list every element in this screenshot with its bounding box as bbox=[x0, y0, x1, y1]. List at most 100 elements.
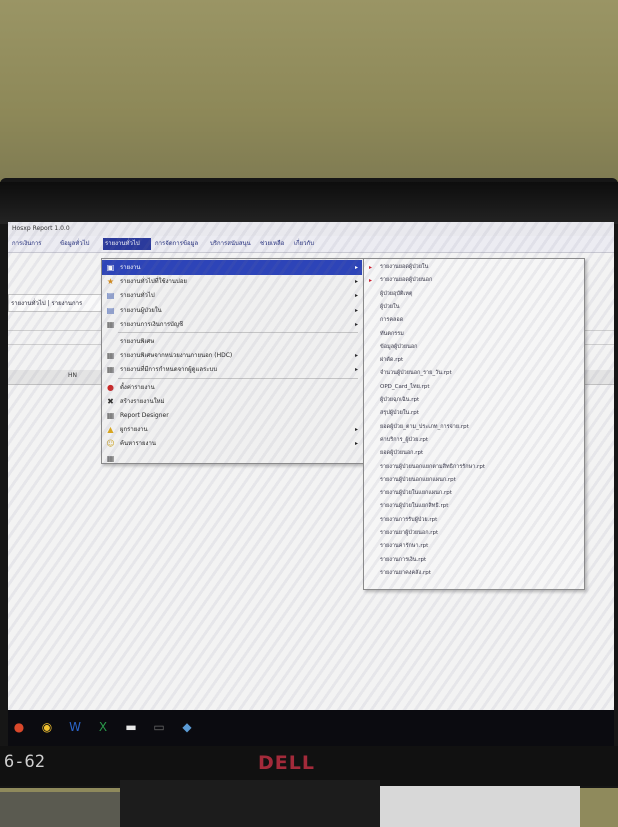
submenu-item-12[interactable]: ยอดผู้ป่วย_ตาม_ประเภท_การจ่าย.rpt bbox=[364, 422, 582, 434]
submenu-item-21[interactable]: รายงานค่ารักษา.rpt bbox=[364, 541, 582, 553]
submenu-item-14[interactable]: ยอดผู้ป่วยนอก.rpt bbox=[364, 448, 582, 460]
submenu-item-5[interactable]: ทันตกรรม bbox=[364, 329, 582, 341]
submenu-item-label: รายงานยาผู้ป่วยนอก.rpt bbox=[380, 530, 439, 536]
windows-taskbar: ● ◉ W X ▬ ▭ ◆ bbox=[8, 710, 614, 746]
dropdown-item-12[interactable]: ☺ ค้นหารายงาน ▸ bbox=[102, 436, 362, 451]
dropdown-item-7[interactable]: ▦ รายงานที่มีการกำหนดจากผู้ดูแลระบบ ▸ bbox=[102, 362, 362, 377]
chrome-icon[interactable]: ◉ bbox=[38, 718, 56, 736]
dropdown-item-2[interactable]: ▤ รายงานทั่วไป ▸ bbox=[102, 288, 362, 303]
menu-item-3[interactable]: การจัดการข้อมูล bbox=[153, 238, 207, 250]
dropdown-item-3[interactable]: ▤ รายงานผู้ป่วยใน ▸ bbox=[102, 303, 362, 318]
menu-separator bbox=[118, 377, 358, 379]
dropdown-item-label: Report Designer bbox=[120, 412, 169, 419]
left-field[interactable]: รายงานทั่วไป | รายงานการ bbox=[8, 294, 108, 312]
dropdown-item-0[interactable]: ▣ รายงาน ▸ bbox=[102, 260, 362, 275]
menubar: การเงินการ ข้อมูลทั่วไป รายงานทั่วไป การ… bbox=[8, 236, 614, 253]
dropdown-item-label: รายงาน bbox=[120, 264, 141, 271]
star-icon: ★ bbox=[106, 277, 115, 287]
submenu-item-label: รายงานผู้ป่วยนอกแยกแผนก.rpt bbox=[380, 476, 456, 483]
submenu-item-19[interactable]: รายงานการรับผู้ป่วย.rpt bbox=[364, 515, 582, 527]
dropdown-item-label: รายงานพิเศษ bbox=[120, 338, 155, 345]
submenu-item-label: ทันตกรรม bbox=[380, 330, 404, 337]
chevron-right-icon: ▸ bbox=[354, 352, 358, 360]
dropdown-item-6[interactable]: ▦ รายงานพิเศษจากหน่วยงานภายนอก (HDC) ▸ bbox=[102, 348, 362, 363]
chevron-right-icon: ▸ bbox=[354, 278, 358, 286]
submenu-item-label: จำนวนผู้ป่วยนอก_ราย_วัน.rpt bbox=[380, 370, 452, 377]
start-icon[interactable]: ● bbox=[10, 718, 28, 736]
chevron-right-icon: ▸ bbox=[354, 320, 358, 328]
menu-item-4[interactable]: บริการสนับสนุน bbox=[208, 238, 256, 250]
dropdown-item-4[interactable]: ▦ รายงานการเงินการบัญชี ▸ bbox=[102, 317, 362, 332]
bullet-icon: ▸ bbox=[369, 264, 373, 271]
chevron-right-icon: ▸ bbox=[354, 292, 358, 300]
report-submenu: ▸ รายงานยอดผู้ป่วยใน ▸ รายงานยอดผู้ป่วยนอกผ… bbox=[363, 258, 585, 590]
monitor-sticker: 6-62 bbox=[4, 752, 45, 772]
submenu-item-16[interactable]: รายงานผู้ป่วยนอกแยกแผนก.rpt bbox=[364, 475, 582, 487]
submenu-item-11[interactable]: สรุปผู้ป่วยใน.rpt bbox=[364, 408, 582, 420]
submenu-item-label: ยอดผู้ป่วยนอก.rpt bbox=[380, 450, 424, 457]
monitor-screen: Hosxp Report 1.0.0 การเงินการ ข้อมูลทั่ว… bbox=[8, 222, 614, 710]
submenu-item-4[interactable]: การคลอด bbox=[364, 315, 582, 327]
submenu-item-label: ค่าบริการ_ผู้ป่วย.rpt bbox=[380, 436, 429, 443]
report-icon: ▤ bbox=[106, 291, 115, 301]
dropdown-item-5[interactable]: รายงานพิเศษ bbox=[102, 334, 362, 349]
menu-item-0[interactable]: การเงินการ bbox=[10, 238, 58, 250]
submenu-item-6[interactable]: ข้อมูลผู้ป่วยนอก bbox=[364, 342, 582, 354]
submenu-item-3[interactable]: ผู้ป่วยใน bbox=[364, 302, 582, 314]
document-icon: ▦ bbox=[106, 453, 115, 463]
submenu-item-22[interactable]: รายงานการเงิน.rpt bbox=[364, 555, 582, 567]
submenu-item-label: OPD_Card_ไทย.rpt bbox=[380, 383, 430, 390]
dropdown-item-label: ค้นหารายงาน bbox=[120, 440, 156, 448]
terminal-icon[interactable]: ▭ bbox=[150, 718, 168, 736]
dropdown-item-8[interactable]: ● ตั้งค่ารายงาน bbox=[102, 380, 362, 395]
submenu-item-label: รายงานการเงิน.rpt bbox=[380, 556, 427, 563]
document-icon: ▦ bbox=[106, 319, 115, 329]
dropdown-item-13[interactable]: ▦ bbox=[102, 451, 362, 466]
excel-icon[interactable]: X bbox=[94, 718, 112, 736]
submenu-item-20[interactable]: รายงานยาผู้ป่วยนอก.rpt bbox=[364, 528, 582, 540]
dropdown-item-label: ผูกรายงาน bbox=[120, 426, 148, 434]
submenu-item-8[interactable]: จำนวนผู้ป่วยนอก_ราย_วัน.rpt bbox=[364, 368, 582, 380]
submenu-item-7[interactable]: ผ่าตัด.rpt bbox=[364, 355, 582, 367]
lock-icon: ▲ bbox=[107, 425, 114, 435]
folder-icon: ▣ bbox=[106, 263, 115, 272]
submenu-item-9[interactable]: OPD_Card_ไทย.rpt bbox=[364, 382, 582, 394]
dropdown-item-1[interactable]: ★ รายงานทั่วไปที่ใช้งานบ่อย ▸ bbox=[102, 274, 362, 289]
menu-item-2[interactable]: รายงานทั่วไป bbox=[103, 238, 151, 250]
dropdown-item-label: รายงานพิเศษจากหน่วยงานภายนอก (HDC) bbox=[120, 352, 233, 360]
menu-item-5[interactable]: ช่วยเหลือ bbox=[258, 238, 292, 250]
document-icon: ▦ bbox=[106, 365, 115, 375]
dropdown-item-label: รายงานที่มีการกำหนดจากผู้ดูแลระบบ bbox=[120, 366, 218, 374]
submenu-item-13[interactable]: ค่าบริการ_ผู้ป่วย.rpt bbox=[364, 435, 582, 447]
document-icon: ▦ bbox=[106, 351, 115, 361]
dropdown-item-10[interactable]: ▦ Report Designer bbox=[102, 408, 362, 423]
dropdown-item-label: รายงานผู้ป่วยใน bbox=[120, 306, 162, 314]
submenu-item-23[interactable]: รายงานยาคงคลัง.rpt bbox=[364, 568, 582, 580]
menu-item-1[interactable]: ข้อมูลทั่วไป bbox=[58, 238, 102, 250]
menu-item-6[interactable]: เกี่ยวกับ bbox=[292, 238, 326, 250]
dropdown-item-11[interactable]: ▲ ผูกรายงาน ▸ bbox=[102, 422, 362, 437]
submenu-item-0[interactable]: ▸ รายงานยอดผู้ป่วยใน bbox=[364, 262, 582, 274]
submenu-item-label: สรุปผู้ป่วยใน.rpt bbox=[380, 410, 419, 417]
monitor-stand bbox=[120, 780, 380, 827]
submenu-item-label: ผู้ป่วยใน bbox=[380, 303, 400, 310]
bullet-icon: ▸ bbox=[369, 277, 373, 285]
submenu-item-label: รายงานยอดผู้ป่วยนอก bbox=[380, 277, 433, 284]
submenu-item-label: รายงานค่ารักษา.rpt bbox=[380, 543, 429, 550]
menu-separator bbox=[118, 332, 358, 333]
dropdown-item-label: ตั้งค่ารายงาน bbox=[120, 383, 155, 391]
word-icon[interactable]: W bbox=[66, 718, 84, 736]
submenu-item-10[interactable]: ผู้ป่วยฉุกเฉิน.rpt bbox=[364, 395, 582, 407]
submenu-item-2[interactable]: ผู้ป่วยอุบัติเหตุ bbox=[364, 289, 582, 301]
app-icon[interactable]: ◆ bbox=[178, 718, 196, 736]
dropdown-item-label: สร้างรายงานใหม่ bbox=[120, 397, 165, 405]
submenu-item-label: รายงานยาคงคลัง.rpt bbox=[380, 569, 431, 576]
folder-icon[interactable]: ▬ bbox=[122, 718, 140, 736]
dropdown-item-9[interactable]: ✖ สร้างรายงานใหม่ bbox=[102, 394, 362, 409]
submenu-item-17[interactable]: รายงานผู้ป่วยในแยกแผนก.rpt bbox=[364, 488, 582, 500]
submenu-item-label: ผู้ป่วยฉุกเฉิน.rpt bbox=[380, 397, 420, 403]
submenu-item-18[interactable]: รายงานผู้ป่วยในแยกสิทธิ.rpt bbox=[364, 501, 582, 513]
document-icon: ▦ bbox=[106, 411, 115, 420]
submenu-item-1[interactable]: ▸ รายงานยอดผู้ป่วยนอก bbox=[364, 275, 582, 287]
submenu-item-15[interactable]: รายงานผู้ป่วยนอกแยกตามสิทธิการรักษา.rpt bbox=[364, 462, 582, 474]
